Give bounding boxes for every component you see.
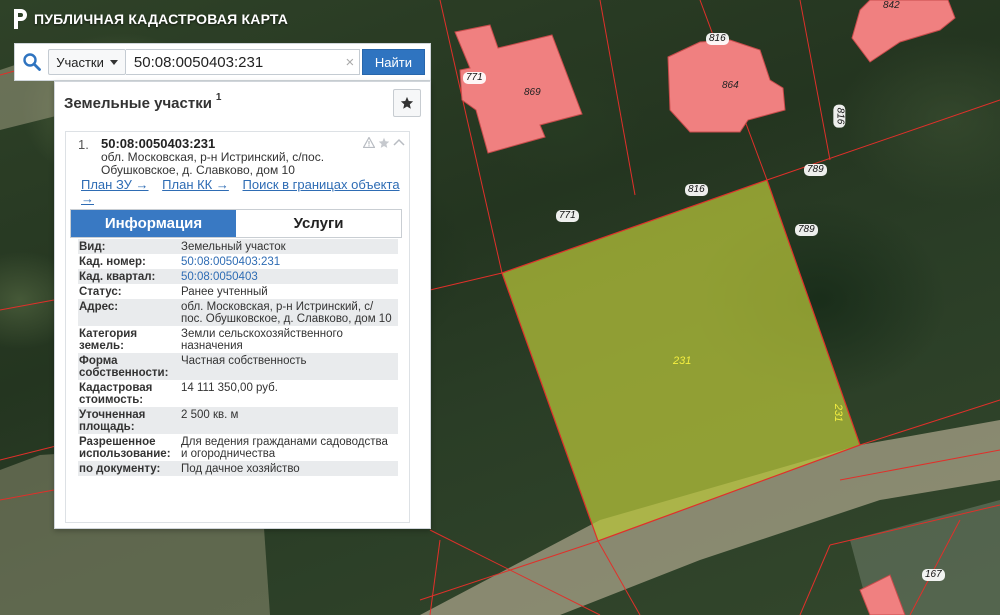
result-number: 1. <box>78 137 89 152</box>
tab-services[interactable]: Услуги <box>236 210 401 237</box>
star-outline-icon[interactable] <box>378 137 390 149</box>
map-label-789-top: 789 <box>804 164 827 176</box>
info-key: по документу: <box>79 463 161 475</box>
cadastral-number-link[interactable]: 50:08:0050403:231 <box>181 256 398 268</box>
info-row-status: Статус: Ранее учтенный <box>78 284 398 299</box>
info-row-area: Уточненная площадь: 2 500 кв. м <box>78 407 398 434</box>
result-links: План ЗУ → План КК → Поиск в границах объ… <box>81 178 401 206</box>
chevron-up-icon[interactable] <box>393 137 405 149</box>
info-key: Кадастровая стоимость: <box>79 382 153 406</box>
info-row-type: Вид: Земельный участок <box>78 239 398 254</box>
map-label-842: 842 <box>883 0 900 11</box>
info-row-by-document: по документу: Под дачное хозяйство <box>78 461 398 476</box>
map-label-816-top: 816 <box>706 33 729 45</box>
info-row-permitted-use: Разрешенное использование: Для ведения г… <box>78 434 398 461</box>
info-value: Частная собственность <box>181 355 307 367</box>
info-value: Земли сельскохозяйственного назначения <box>181 328 343 352</box>
info-value: Под дачное хозяйство <box>181 463 300 475</box>
info-key: Адрес: <box>79 301 119 313</box>
cadastral-quarter-link[interactable]: 50:08:0050403 <box>181 271 398 283</box>
results-panel: Земельные участки 1 1. 50:08:0050403:231… <box>54 81 431 529</box>
result-address: обл. Московская, р-н Истринский, с/пос. … <box>101 150 325 177</box>
search-type-label: Участки <box>56 54 104 70</box>
info-key: Уточненная площадь: <box>79 409 146 433</box>
info-value: 2 500 кв. м <box>181 409 239 421</box>
panel-title: Земельные участки <box>64 94 212 112</box>
results-count: 1 <box>215 91 222 103</box>
building-842[interactable] <box>851 0 956 63</box>
info-value: 14 111 350,00 руб. <box>181 382 278 394</box>
info-value: Ранее учтенный <box>181 286 268 298</box>
app-header: ПУБЛИЧНАЯ КАДАСТРОВАЯ КАРТА <box>12 9 288 29</box>
plan-kk-link[interactable]: План КК → <box>162 177 229 192</box>
search-bar: Участки × Найти <box>14 43 431 81</box>
info-key: Форма собственности: <box>79 355 169 379</box>
warning-icon[interactable] <box>363 137 375 148</box>
info-key: Статус: <box>79 286 122 298</box>
info-key: Разрешенное использование: <box>79 436 171 460</box>
info-row-address: Адрес: обл. Московская, р-н Истринский, … <box>78 299 398 326</box>
info-row-cadastral-number: Кад. номер: 50:08:0050403:231 <box>78 254 398 269</box>
info-value: обл. Московская, р-н Истринский, с/пос. … <box>181 301 392 325</box>
app-title: ПУБЛИЧНАЯ КАДАСТРОВАЯ КАРТА <box>34 11 289 27</box>
tabs: Информация Услуги <box>70 209 402 238</box>
favorites-button[interactable] <box>393 89 421 117</box>
card-actions <box>363 137 405 149</box>
chevron-down-icon <box>109 59 118 65</box>
star-icon <box>400 96 414 109</box>
map-label-771-top: 771 <box>463 72 486 84</box>
info-row-land-category: Категория земель: Земли сельскохозяйстве… <box>78 326 398 353</box>
map-label-771-mid: 771 <box>556 210 579 222</box>
result-cadastral-number[interactable]: 50:08:0050403:231 <box>101 136 215 151</box>
info-key: Категория земель: <box>79 328 138 352</box>
search-type-dropdown[interactable]: Участки <box>48 49 126 75</box>
map-label-869: 869 <box>524 87 541 98</box>
info-table: Вид: Земельный участок Кад. номер: 50:08… <box>78 239 398 476</box>
map-label-167: 167 <box>922 569 945 581</box>
building-869[interactable] <box>454 24 583 154</box>
info-row-cadastral-quarter: Кад. квартал: 50:08:0050403 <box>78 269 398 284</box>
map-label-816-vertical: 816 <box>833 104 846 128</box>
info-row-cadastral-value: Кадастровая стоимость: 14 111 350,00 руб… <box>78 380 398 407</box>
map-label-864: 864 <box>722 80 739 91</box>
map-label-816-mid: 816 <box>685 184 708 196</box>
search-input[interactable] <box>125 50 341 74</box>
info-key: Кад. номер: <box>79 256 146 268</box>
result-card[interactable]: 1. 50:08:0050403:231 обл. Московская, р-… <box>65 131 410 523</box>
info-key: Вид: <box>79 241 106 253</box>
tab-information[interactable]: Информация <box>71 210 236 237</box>
search-icon[interactable] <box>15 44 48 80</box>
info-value: Земельный участок <box>181 241 286 253</box>
info-row-ownership: Форма собственности: Частная собственнос… <box>78 353 398 380</box>
find-button[interactable]: Найти <box>361 49 425 75</box>
map-label-789-mid: 789 <box>795 224 818 236</box>
rosreestr-logo-icon <box>14 9 27 29</box>
search-input-wrapper: × <box>125 49 360 75</box>
clear-icon[interactable]: × <box>341 54 359 71</box>
info-value: Для ведения гражданами садоводства и ого… <box>181 436 388 460</box>
map-label-231-vertical: 231 <box>832 403 845 423</box>
plan-zu-link[interactable]: План ЗУ → <box>81 177 149 192</box>
panel-header: Земельные участки 1 <box>55 82 430 124</box>
info-key: Кад. квартал: <box>79 271 156 283</box>
map-label-231: 231 <box>673 355 692 367</box>
